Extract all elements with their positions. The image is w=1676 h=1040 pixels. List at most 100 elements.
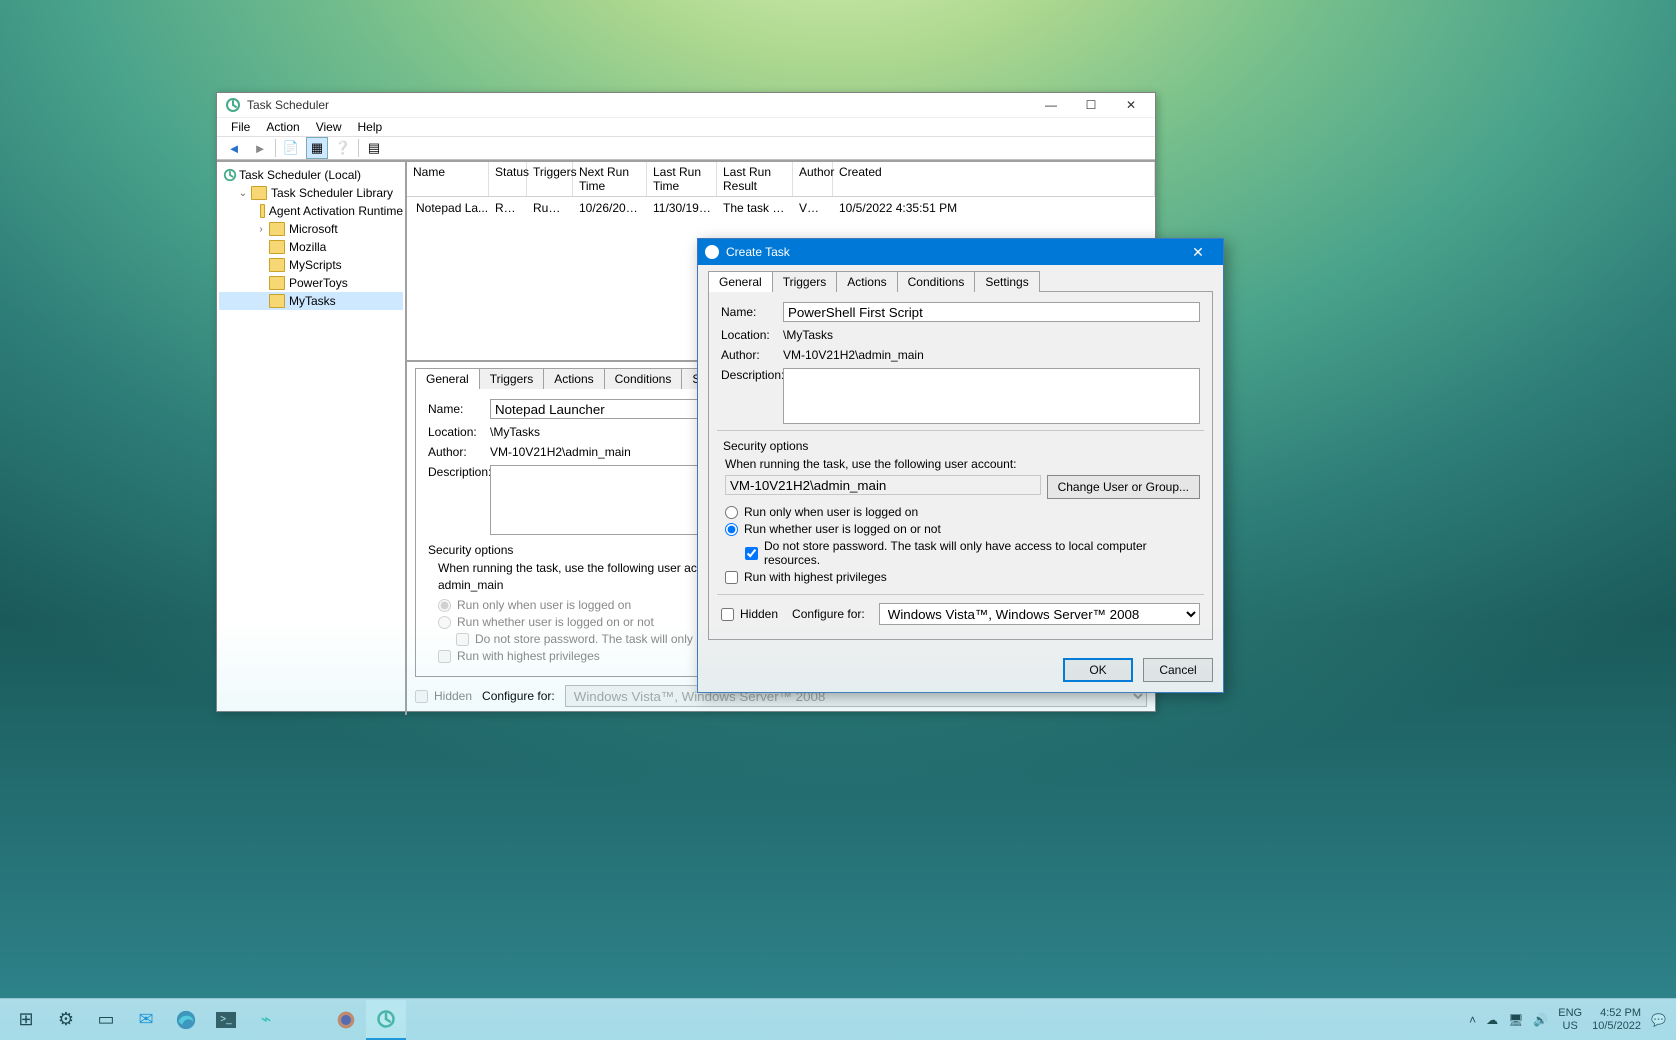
mail-icon[interactable]: ✉ — [126, 1000, 166, 1040]
tab-conditions[interactable]: Conditions — [897, 271, 976, 292]
radio-whether — [438, 616, 451, 629]
vscode-icon[interactable]: ⌁ — [246, 1000, 286, 1040]
folder-icon — [269, 222, 285, 236]
dialog-close-button[interactable]: ✕ — [1179, 239, 1217, 265]
tree-item-myscripts[interactable]: MyScripts — [219, 256, 403, 274]
folder-icon — [269, 240, 285, 254]
tab-triggers[interactable]: Triggers — [479, 368, 545, 389]
clock[interactable]: 4:52 PM 10/5/2022 — [1592, 1007, 1641, 1033]
description-label: Description: — [428, 465, 490, 479]
check-hidden[interactable] — [721, 608, 734, 621]
toolbar: ◄ ► 📄 ▦ ❔ ▤ — [217, 136, 1155, 160]
refresh-button[interactable]: ▤ — [363, 137, 385, 159]
onedrive-icon[interactable]: ☁ — [1486, 1013, 1498, 1027]
tree-item-label: PowerToys — [289, 276, 348, 290]
tree-library[interactable]: ⌄Task Scheduler Library — [219, 184, 403, 202]
col-author[interactable]: Author — [793, 162, 833, 196]
show-hide-tree-button[interactable]: ▦ — [306, 137, 328, 159]
tree-item-label: Mozilla — [289, 240, 326, 254]
radio-whether-label: Run whether user is logged on or not — [744, 522, 941, 536]
menu-view[interactable]: View — [308, 118, 350, 136]
dialog-titlebar[interactable]: Create Task ✕ — [698, 239, 1223, 265]
author-label: Author: — [721, 348, 783, 362]
menubar: File Action View Help — [217, 118, 1155, 136]
col-last-result[interactable]: Last Run Result — [717, 162, 793, 196]
settings-icon[interactable]: ⚙ — [46, 1000, 86, 1040]
tree-item-powertoys[interactable]: PowerToys — [219, 274, 403, 292]
task-scheduler-icon — [704, 244, 720, 260]
network-icon[interactable]: 🖥 — [1508, 1013, 1523, 1027]
minimize-button[interactable]: — — [1031, 93, 1071, 117]
language-indicator[interactable]: ENG US — [1558, 1007, 1582, 1033]
notifications-icon[interactable]: 💬 — [1651, 1013, 1666, 1027]
col-status[interactable]: Status — [489, 162, 527, 196]
back-button[interactable]: ◄ — [223, 137, 245, 159]
menu-help[interactable]: Help — [350, 118, 391, 136]
menu-action[interactable]: Action — [258, 118, 307, 136]
firefox-icon[interactable] — [326, 1000, 366, 1040]
lang-secondary: US — [1558, 1020, 1582, 1033]
close-button[interactable]: ✕ — [1111, 93, 1151, 117]
tree-item-mozilla[interactable]: Mozilla — [219, 238, 403, 256]
titlebar[interactable]: Task Scheduler — ☐ ✕ — [217, 93, 1155, 118]
menu-file[interactable]: File — [223, 118, 258, 136]
folder-icon — [251, 186, 267, 200]
explorer-icon[interactable] — [286, 1000, 326, 1040]
task-view-icon[interactable]: ▭ — [86, 1000, 126, 1040]
tree-item-mytasks[interactable]: MyTasks — [219, 292, 403, 310]
cell-last: 11/30/1999 ... — [647, 199, 717, 217]
tab-actions[interactable]: Actions — [836, 271, 897, 292]
maximize-button[interactable]: ☐ — [1071, 93, 1111, 117]
forward-button[interactable]: ► — [249, 137, 271, 159]
tab-actions[interactable]: Actions — [543, 368, 604, 389]
up-button[interactable]: 📄 — [280, 137, 302, 159]
tab-general[interactable]: General — [708, 271, 773, 292]
tree-item-microsoft[interactable]: › Microsoft — [219, 220, 403, 238]
edge-icon[interactable] — [166, 1000, 206, 1040]
hidden-label: Hidden — [740, 607, 778, 621]
start-button[interactable]: ⊞ — [6, 1000, 46, 1040]
terminal-icon[interactable]: >_ — [206, 1000, 246, 1040]
check-no-password[interactable] — [745, 547, 758, 560]
check-no-password-label: Do not store password. The task will onl… — [764, 539, 1200, 567]
tab-settings[interactable]: Settings — [974, 271, 1039, 292]
task-scheduler-taskbar-icon[interactable] — [366, 1000, 406, 1040]
tree-root[interactable]: Task Scheduler (Local) — [219, 166, 403, 184]
tab-conditions[interactable]: Conditions — [604, 368, 683, 389]
cell-next: 10/26/2022 4... — [573, 199, 647, 217]
folder-icon — [269, 294, 285, 308]
tree-item-label: Microsoft — [289, 222, 338, 236]
change-user-button[interactable]: Change User or Group... — [1047, 475, 1200, 499]
location-value: \MyTasks — [783, 328, 833, 342]
tray-chevron-icon[interactable]: ˄ — [1469, 1013, 1476, 1027]
description-input[interactable] — [783, 368, 1200, 424]
window-title: Task Scheduler — [247, 98, 1031, 112]
cell-result: The task has ... — [717, 199, 793, 217]
name-input[interactable] — [783, 302, 1200, 322]
col-created[interactable]: Created — [833, 162, 1155, 196]
col-next-run[interactable]: Next Run Time — [573, 162, 647, 196]
name-label: Name: — [428, 402, 490, 416]
create-task-dialog: Create Task ✕ General Triggers Actions C… — [697, 238, 1224, 693]
volume-icon[interactable]: 🔊 — [1533, 1013, 1548, 1027]
radio-whether[interactable] — [725, 523, 738, 536]
chevron-right-icon[interactable]: › — [255, 224, 267, 235]
tree-item-agent[interactable]: Agent Activation Runtime — [219, 202, 403, 220]
col-last-run[interactable]: Last Run Time — [647, 162, 717, 196]
radio-logged-on[interactable] — [725, 506, 738, 519]
tab-general[interactable]: General — [415, 368, 480, 389]
tab-triggers[interactable]: Triggers — [772, 271, 838, 292]
properties-button[interactable]: ❔ — [332, 137, 354, 159]
chevron-down-icon[interactable]: ⌄ — [237, 188, 249, 199]
table-row[interactable]: Notepad La... Ready Runs ... 10/26/2022 … — [407, 197, 1155, 219]
cell-author: VM-... — [793, 199, 833, 217]
radio-whether-label: Run whether user is logged on or not — [457, 615, 654, 629]
ok-button[interactable]: OK — [1063, 658, 1133, 682]
configure-select[interactable]: Windows Vista™, Windows Server™ 2008 — [879, 603, 1200, 625]
check-highest-priv[interactable] — [725, 571, 738, 584]
col-name[interactable]: Name — [407, 162, 489, 196]
cancel-button[interactable]: Cancel — [1143, 658, 1213, 682]
security-text: When running the task, use the following… — [725, 457, 1200, 471]
security-legend: Security options — [723, 439, 1200, 453]
col-triggers[interactable]: Triggers — [527, 162, 573, 196]
